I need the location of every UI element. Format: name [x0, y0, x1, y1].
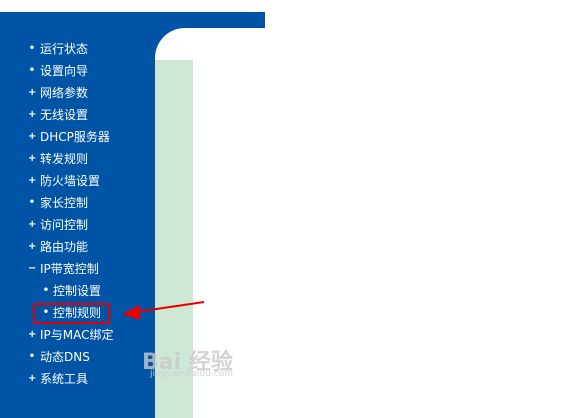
- plus-icon: +: [28, 175, 37, 186]
- menu-item-label: 家长控制: [40, 196, 89, 210]
- menu-item-wireless[interactable]: + 无线设置: [0, 104, 155, 126]
- bullet-icon: •: [28, 43, 36, 54]
- menu-item-setup-wizard[interactable]: • 设置向导: [0, 60, 155, 82]
- bullet-icon: •: [28, 351, 36, 362]
- menu-item-network[interactable]: + 网络参数: [0, 82, 155, 104]
- menu-item-ip-mac-binding[interactable]: + IP与MAC绑定: [0, 324, 155, 346]
- menu-item-dhcp[interactable]: + DHCP服务器: [0, 126, 155, 148]
- menu-item-forwarding[interactable]: + 转发规则: [0, 148, 155, 170]
- plus-icon: +: [28, 131, 37, 142]
- plus-icon: +: [28, 109, 37, 120]
- menu-item-label: 转发规则: [40, 152, 89, 166]
- menu-item-routing[interactable]: + 路由功能: [0, 236, 155, 258]
- menu-item-label: 动态DNS: [40, 350, 90, 364]
- bullet-icon: •: [28, 65, 36, 76]
- plus-icon: +: [28, 329, 37, 340]
- menu-item-label: 无线设置: [40, 108, 89, 122]
- menu-item-label: 路由功能: [40, 240, 89, 254]
- plus-icon: +: [28, 219, 37, 230]
- watermark-url: jingyan.baidu.com: [150, 369, 234, 379]
- menu-item-label: IP带宽控制: [40, 262, 99, 276]
- highlight-annotation-box: [33, 303, 110, 324]
- menu-item-bandwidth-control[interactable]: − IP带宽控制: [0, 258, 155, 280]
- menu-item-label: 网络参数: [40, 86, 89, 100]
- menu-item-label: DHCP服务器: [40, 130, 110, 144]
- menu-item-access-control[interactable]: + 访问控制: [0, 214, 155, 236]
- menu-item-label: 运行状态: [40, 42, 89, 56]
- plus-icon: +: [28, 153, 37, 164]
- menu-item-firewall[interactable]: + 防火墙设置: [0, 170, 155, 192]
- bullet-icon: •: [28, 197, 36, 208]
- menu-item-label: 设置向导: [40, 64, 89, 78]
- header-strip: [155, 12, 265, 28]
- plus-icon: +: [28, 241, 37, 252]
- menu-item-status[interactable]: • 运行状态: [0, 38, 155, 60]
- red-arrow-icon: [122, 301, 205, 320]
- sidebar-menu: • 运行状态 • 设置向导 + 网络参数 + 无线设置 + DHCP服务器 + …: [0, 38, 155, 390]
- menu-item-ddns[interactable]: • 动态DNS: [0, 346, 155, 368]
- menu-item-label: 访问控制: [40, 218, 89, 232]
- menu-item-label: 系统工具: [40, 372, 89, 386]
- plus-icon: +: [28, 87, 37, 98]
- minus-icon: −: [28, 263, 37, 274]
- menu-item-label: IP与MAC绑定: [40, 328, 114, 342]
- menu-item-label: 防火墙设置: [40, 174, 101, 188]
- bullet-icon: •: [42, 285, 50, 296]
- plus-icon: +: [28, 373, 37, 384]
- menu-item-system-tools[interactable]: + 系统工具: [0, 368, 155, 390]
- menu-item-parental-control[interactable]: • 家长控制: [0, 192, 155, 214]
- menu-item-label: 控制设置: [53, 284, 102, 298]
